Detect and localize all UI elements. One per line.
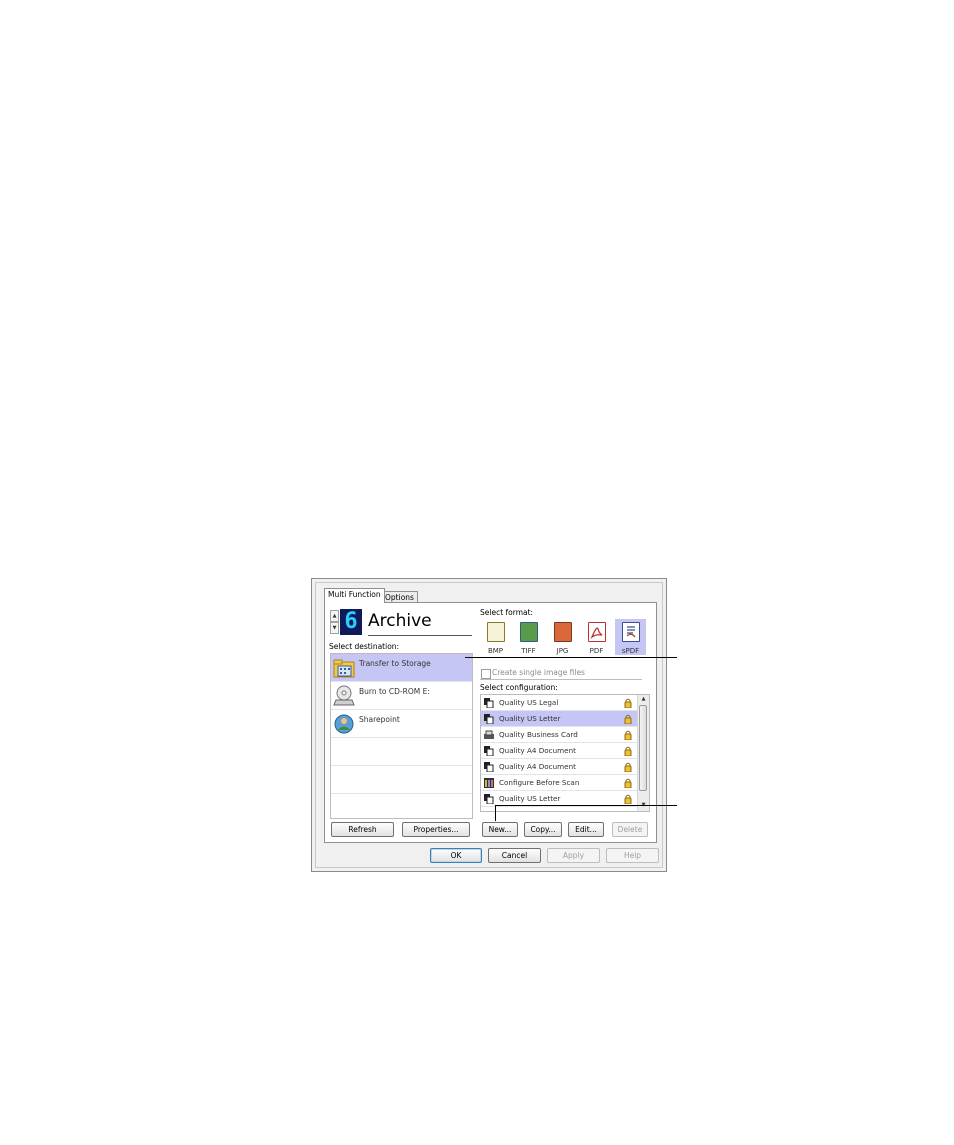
select-format-label: Select format: [480,608,534,617]
scanner-page-icon [484,698,494,708]
properties-dialog: Multi Function Options ▲ ▼ 6 Archive Sel… [311,578,667,872]
format-label: sPDF [621,647,640,655]
spin-up-button[interactable]: ▲ [330,610,339,622]
function-name-underline [368,635,472,636]
format-label: TIFF [521,647,536,655]
scanner-page-icon [484,714,494,724]
configuration-item[interactable]: Quality A4 Document [481,743,638,759]
destination-list[interactable]: Transfer to Storage Burn to CD-ROM E: Sh… [330,653,473,819]
scroll-thumb[interactable] [639,705,647,791]
format-pdf[interactable]: PDF [581,619,612,655]
ok-button[interactable]: OK [430,848,482,863]
destination-label: Sharepoint [359,715,400,724]
lock-icon [624,730,632,740]
format-bmp[interactable]: BMP [480,619,511,655]
configuration-scrollbar[interactable]: ▲ ▼ [637,695,649,811]
bmp-format-icon [487,622,505,642]
cancel-button[interactable]: Cancel [488,848,541,863]
scanner-page-icon [484,762,494,772]
destination-item-sharepoint[interactable]: Sharepoint [331,710,472,738]
destination-item-burn-to-cd[interactable]: Burn to CD-ROM E: [331,682,472,710]
function-number-display: 6 [340,609,362,635]
callout-line-configuration [495,805,677,806]
destination-item-empty [331,766,472,794]
format-label: PDF [589,647,604,655]
callout-line-configuration-drop [495,805,496,821]
select-configuration-label: Select configuration: [480,683,558,692]
destination-label: Transfer to Storage [359,659,431,668]
configuration-label: Quality A4 Document [499,746,576,755]
format-label: BMP [487,647,504,655]
lock-icon [624,762,632,772]
jpg-format-icon [554,622,572,642]
apply-button[interactable]: Apply [547,848,600,863]
lock-icon [624,746,632,756]
destination-label: Burn to CD-ROM E: [359,687,430,696]
lock-icon [624,794,632,804]
properties-button[interactable]: Properties... [402,822,470,837]
format-tiff[interactable]: TIFF [513,619,544,655]
configuration-label: Quality US Letter [499,714,561,723]
spdf-format-icon [622,622,640,642]
pdf-format-icon [588,622,606,642]
configuration-label: Quality US Legal [499,698,559,707]
format-spdf[interactable]: sPDF [615,619,646,655]
format-label: JPG [556,647,569,655]
configuration-label: Quality Business Card [499,730,578,739]
configuration-label: Quality A4 Document [499,762,576,771]
configuration-item[interactable]: Quality Business Card [481,727,638,743]
sharepoint-icon [334,714,354,734]
function-spinner: ▲ ▼ [330,610,340,636]
lock-icon [624,698,632,708]
lock-icon [624,778,632,788]
tiff-format-icon [520,622,538,642]
refresh-button[interactable]: Refresh [331,822,394,837]
scroll-up-arrow-icon[interactable]: ▲ [639,695,648,704]
format-jpg[interactable]: JPG [547,619,578,655]
edit-button[interactable]: Edit... [568,822,604,837]
configuration-item[interactable]: Quality US Legal [481,695,638,711]
configuration-list[interactable]: Quality US Legal Quality US Letter Quali… [480,694,650,812]
cd-burner-icon [333,685,355,706]
lock-icon [624,714,632,724]
scanner-page-icon [484,746,494,756]
function-name: Archive [368,611,432,631]
tab-multi-function[interactable]: Multi Function [324,588,385,603]
scanner-page-icon [484,794,494,804]
configuration-label: Quality US Letter [499,794,561,803]
destination-item-empty [331,738,472,766]
new-button[interactable]: New... [482,822,518,837]
spin-down-button[interactable]: ▼ [330,622,339,634]
create-single-image-label: Create single image files [492,668,585,677]
storage-folder-icon [333,659,355,678]
configuration-item[interactable]: Configure Before Scan [481,775,638,791]
configuration-item[interactable]: Quality US Letter [481,711,638,727]
help-button[interactable]: Help [606,848,659,863]
copy-button[interactable]: Copy... [524,822,562,837]
destination-item-transfer-to-storage[interactable]: Transfer to Storage [331,654,472,682]
configure-icon [484,778,494,788]
create-single-image-checkbox[interactable] [481,669,491,679]
delete-button[interactable]: Delete [612,822,648,837]
business-card-icon [484,730,494,739]
destination-item-empty [331,794,472,822]
callout-line-destination [465,657,677,658]
format-separator [480,679,642,680]
format-strip: BMP TIFF JPG PDF sPDF [480,619,648,655]
configuration-item[interactable]: Quality A4 Document [481,759,638,775]
configuration-label: Configure Before Scan [499,778,580,787]
select-destination-label: Select destination: [329,642,400,651]
